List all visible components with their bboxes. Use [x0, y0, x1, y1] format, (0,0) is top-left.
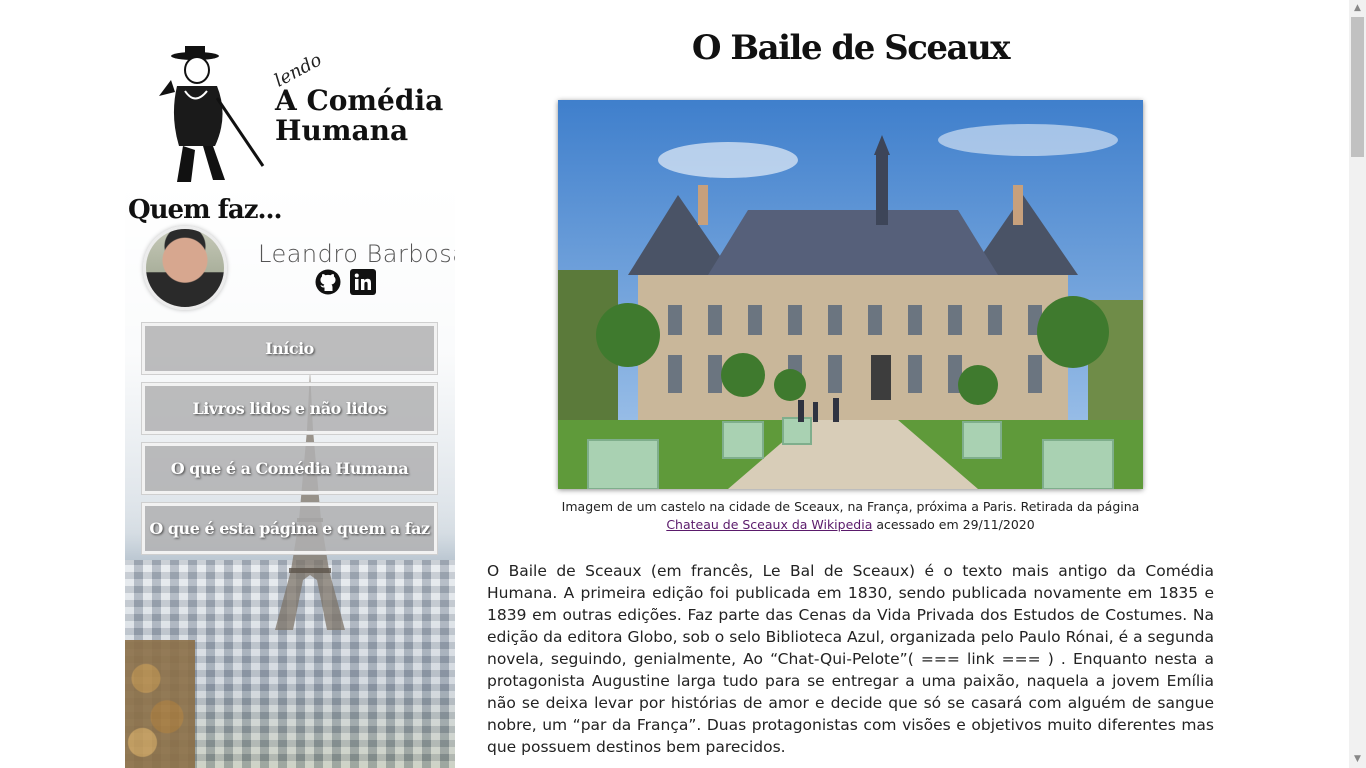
- nav-item-sobre[interactable]: O que é esta página e quem a faz: [141, 502, 438, 555]
- linkedin-icon[interactable]: [350, 269, 376, 295]
- main-content: O Baile de Sceaux Imagem de um castelo n…: [487, 0, 1214, 768]
- sidebar: lendo A Comédia Humana Quem faz... Leand…: [125, 0, 455, 768]
- social-links: [315, 269, 376, 295]
- caption-date: acessado em 29/11/2020: [872, 517, 1035, 532]
- nav-item-inicio[interactable]: Início: [141, 322, 438, 375]
- scroll-down-arrow-icon[interactable]: ▼: [1349, 751, 1366, 768]
- photo-caption: Imagem de um castelo na cidade de Sceaux…: [527, 498, 1174, 534]
- wikipedia-link[interactable]: Chateau de Sceaux da Wikipedia: [666, 517, 872, 532]
- logo-title-line1: A Comédia: [275, 84, 444, 117]
- balzac-caricature-icon: [159, 46, 265, 182]
- sidebar-nav: Início Livros lidos e não lidos O que é …: [141, 322, 438, 563]
- scroll-up-arrow-icon[interactable]: ▲: [1349, 0, 1366, 17]
- nav-item-comedia-humana[interactable]: O que é a Comédia Humana: [141, 442, 438, 495]
- autumn-trees: [125, 640, 195, 768]
- logo-title: A Comédia Humana: [275, 86, 443, 146]
- who-heading: Quem faz...: [128, 195, 283, 225]
- author-avatar: [143, 226, 227, 310]
- page-scrollbar[interactable]: ▲ ▼: [1349, 0, 1366, 768]
- author-name: Leandro Barbosa: [258, 240, 455, 268]
- nav-item-livros[interactable]: Livros lidos e não lidos: [141, 382, 438, 435]
- github-icon[interactable]: [315, 269, 341, 295]
- logo-title-line2: Humana: [275, 114, 409, 147]
- page-title: O Baile de Sceaux: [691, 28, 1011, 68]
- castle-photo: [558, 100, 1143, 489]
- scroll-thumb[interactable]: [1351, 17, 1364, 157]
- article-paragraph: O Baile de Sceaux (em francês, Le Bal de…: [487, 562, 1214, 756]
- site-logo[interactable]: lendo A Comédia Humana: [155, 46, 455, 188]
- caption-text: Imagem de um castelo na cidade de Sceaux…: [561, 499, 1140, 514]
